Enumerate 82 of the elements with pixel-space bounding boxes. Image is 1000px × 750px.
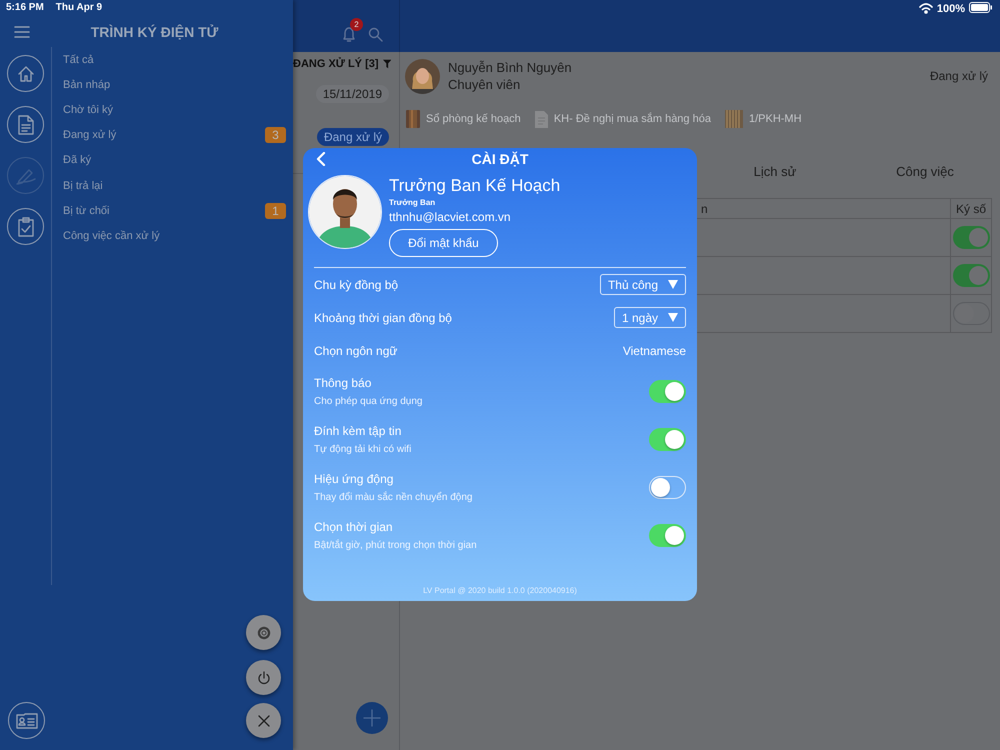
book-icon bbox=[406, 110, 420, 128]
dialog-title: CÀI ĐẶT bbox=[472, 151, 528, 167]
filter-icon[interactable] bbox=[382, 57, 391, 71]
version-text: LV Portal @ 2020 build 1.0.0 (2020040916) bbox=[422, 586, 578, 597]
dropdown[interactable]: 1 ngày bbox=[614, 307, 686, 328]
status-time: 5:16 PM bbox=[6, 2, 44, 15]
column-header: n bbox=[701, 202, 708, 216]
binder-icon bbox=[724, 110, 743, 128]
toggle-switch[interactable] bbox=[649, 524, 686, 546]
sender-name: Nguyễn Bình Nguyên bbox=[448, 60, 573, 75]
close-button[interactable] bbox=[246, 703, 281, 738]
back-icon bbox=[316, 152, 326, 166]
column-header: Ký số bbox=[956, 202, 986, 216]
tab[interactable]: Công việc bbox=[850, 164, 1000, 179]
attachment-label: KH- Đề nghị mua sắm hàng hóa bbox=[554, 113, 711, 125]
profile-button[interactable] bbox=[8, 702, 45, 739]
menu-item[interactable]: Chờ tôi ký bbox=[63, 104, 114, 116]
setting-label: Thông báo bbox=[314, 376, 372, 390]
menu-item[interactable]: Công việc cần xử lý bbox=[63, 230, 160, 242]
nav-button[interactable] bbox=[7, 55, 44, 92]
app-title: TRÌNH KÝ ĐIỆN TỬ bbox=[90, 24, 220, 40]
document-icon bbox=[534, 110, 548, 128]
caret-icon bbox=[668, 313, 678, 322]
power-icon bbox=[256, 670, 270, 684]
settings-button[interactable] bbox=[246, 615, 281, 650]
setting-description: Bật/tắt giờ, phút trong chọn thời gian bbox=[314, 540, 477, 550]
nav-button[interactable] bbox=[7, 106, 44, 143]
menu-item[interactable]: Bản nháp bbox=[63, 78, 110, 91]
status-date: Thu Apr 9 bbox=[56, 2, 102, 15]
dropdown[interactable]: Thủ công bbox=[600, 274, 686, 295]
setting-description: Tự động tải khi có wifi bbox=[314, 444, 412, 454]
menu-item[interactable]: Đã ký bbox=[63, 154, 92, 166]
home-icon bbox=[16, 64, 34, 82]
clipboard-check-icon bbox=[18, 216, 34, 236]
count-badge: 1 bbox=[265, 202, 286, 219]
tab[interactable]: Lịch sử bbox=[700, 164, 850, 179]
toggle-switch[interactable] bbox=[649, 428, 686, 450]
setting-label: Khoảng thời gian đồng bộ bbox=[314, 310, 452, 324]
caret-icon bbox=[668, 280, 678, 289]
back-button[interactable] bbox=[316, 152, 326, 166]
battery-icon bbox=[969, 2, 992, 13]
bell-icon bbox=[342, 26, 356, 42]
add-button[interactable] bbox=[356, 702, 388, 734]
setting-description: Thay đổi màu sắc nền chuyển động bbox=[314, 492, 472, 502]
document-status: Đang xử lý bbox=[930, 69, 988, 83]
menu-item[interactable]: Tất cả bbox=[63, 54, 94, 66]
setting-description: Cho phép qua ứng dụng bbox=[314, 396, 422, 406]
menu-item[interactable]: Bị từ chối bbox=[63, 204, 110, 217]
menu-item[interactable]: Bị trả lại bbox=[63, 180, 103, 192]
sender-role: Chuyên viên bbox=[448, 77, 522, 92]
document-icon bbox=[18, 114, 34, 134]
setting-label: Hiệu ứng động bbox=[314, 472, 394, 486]
count-badge: 3 bbox=[265, 127, 286, 144]
menu-icon bbox=[14, 26, 30, 38]
toggle-switch[interactable] bbox=[952, 226, 990, 249]
close-icon bbox=[258, 714, 270, 726]
setting-label: Chọn ngôn ngữ bbox=[314, 344, 398, 358]
battery-percent: 100% bbox=[936, 2, 965, 16]
user-name: Trưởng Ban Kế Hoạch bbox=[389, 175, 560, 196]
menu-item[interactable]: Đang xử lý bbox=[63, 129, 116, 142]
setting-label: Chu kỳ đồng bộ bbox=[314, 278, 398, 292]
attachment-label: 1/PKH-MH bbox=[748, 113, 802, 125]
plus-icon bbox=[363, 709, 381, 727]
toggle-switch[interactable] bbox=[649, 380, 686, 402]
id-card-icon bbox=[16, 712, 38, 728]
power-button[interactable] bbox=[246, 660, 281, 695]
setting-label: Chọn thời gian bbox=[314, 520, 394, 534]
list-heading: ĐANG XỬ LÝ [3] bbox=[293, 58, 379, 70]
wifi-icon bbox=[918, 2, 933, 14]
change-password-button[interactable]: Đổi mật khẩu bbox=[389, 229, 498, 257]
user-role: Trưởng Ban bbox=[389, 198, 436, 207]
nav-button[interactable] bbox=[7, 208, 44, 245]
attachment-label: Sổ phòng kế hoạch bbox=[426, 113, 521, 125]
user-email: tthnhu@lacviet.com.vn bbox=[389, 210, 511, 224]
toggle-switch[interactable] bbox=[952, 264, 990, 287]
status-badge: Đang xử lý bbox=[316, 128, 389, 146]
setting-value[interactable]: Vietnamese bbox=[622, 344, 686, 358]
signature-icon bbox=[16, 166, 36, 184]
setting-label: Đính kèm tập tin bbox=[314, 424, 402, 438]
search-icon bbox=[368, 27, 383, 42]
date-label: 15/11/2019 bbox=[316, 85, 389, 103]
notification-badge: 2 bbox=[350, 18, 363, 31]
